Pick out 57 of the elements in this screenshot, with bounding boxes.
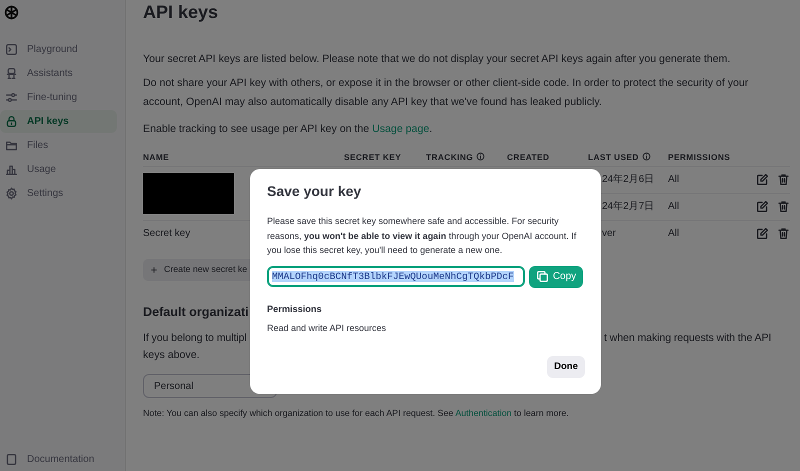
- table-cell: All: [668, 201, 680, 212]
- create-key-button[interactable]: Create new secret ke: [143, 259, 250, 281]
- edit-icon[interactable]: [756, 200, 769, 213]
- modal-message: Please save this secret key somewhere safe and accessible. For security reasons, you won't be able to view it again through your OpenAI account. If you lose this secret key, you'll need to generate a new one.: [267, 215, 578, 257]
- sidebar-item[interactable]: Usage: [0, 158, 117, 181]
- page-title: API keys: [143, 1, 220, 24]
- lock-icon: [5, 115, 18, 128]
- sidebar-item[interactable]: Files: [0, 134, 117, 157]
- section-heading: Default organizati: [143, 305, 249, 319]
- section-heading: Permissions: [267, 302, 323, 314]
- table-cell: All: [668, 174, 680, 185]
- table-cell: Secret key: [143, 228, 190, 240]
- terminal-icon: [5, 43, 18, 56]
- note-text: Note: You can also specify which organization to use for each API request. See Authentication to learn more.: [143, 408, 569, 418]
- edit-icon[interactable]: [756, 173, 769, 186]
- sliders-icon: [5, 91, 18, 104]
- sidebar-item[interactable]: Fine-tuning: [0, 86, 117, 109]
- table-cell: All: [668, 228, 680, 240]
- paragraph: Enable tracking to see usage per API key on the Usage page.: [143, 122, 434, 137]
- paragraph: keys above.: [143, 349, 200, 361]
- usage-link[interactable]: Usage page: [372, 123, 430, 135]
- sidebar-item[interactable]: Settings: [0, 182, 117, 205]
- sidebar-item[interactable]: Assistants: [0, 62, 117, 85]
- column-header: NAME: [143, 152, 170, 162]
- paragraph: Do not share your API key with others, or expose it in the browser or other client-side code. In order to protect the security of your account, OpenAI may also automatically disable any API key that we've found has leaked publicly.: [143, 76, 750, 110]
- authentication-link[interactable]: Authentication: [455, 408, 512, 418]
- sidebar-item[interactable]: Playground: [0, 38, 117, 61]
- table-cell: ver: [602, 228, 616, 240]
- folder-icon: [5, 139, 18, 152]
- info-icon: [642, 152, 651, 161]
- trash-icon[interactable]: [777, 200, 790, 213]
- column-header: LAST USED: [588, 152, 651, 162]
- sidebar-item[interactable]: Documentation: [0, 448, 117, 471]
- column-header: PERMISSIONS: [668, 152, 730, 162]
- trash-icon[interactable]: [777, 227, 790, 240]
- sidebar-item[interactable]: API keys: [0, 110, 117, 133]
- table-cell: 24年2月7日: [602, 201, 654, 212]
- column-header: SECRET KEY: [344, 152, 402, 162]
- column-header: TRACKING: [426, 152, 486, 162]
- permissions-text: Read and write API resources: [267, 322, 388, 334]
- info-icon: [476, 152, 486, 161]
- table-cell: 24年2月6日: [602, 174, 654, 185]
- trash-icon[interactable]: [777, 173, 790, 186]
- key-field[interactable]: MMALOFhq0cBCNfT3BlbkFJEwQUouMeNhCgTQkbPDcF: [267, 266, 525, 287]
- plus-icon: [150, 266, 158, 274]
- done-button[interactable]: Done: [547, 356, 585, 378]
- column-header: CREATED: [507, 152, 550, 162]
- copy-button[interactable]: Copy: [529, 266, 583, 288]
- edit-icon[interactable]: [756, 227, 769, 240]
- paragraph: Your secret API keys are listed below. Please note that we do not display your secret API keys again after you generate them.: [143, 52, 732, 67]
- settings-icon: [5, 187, 18, 200]
- logo-icon: [3, 4, 20, 21]
- bar-chart-icon: [5, 163, 18, 176]
- copy-icon: [536, 270, 549, 283]
- modal-title: Save your key: [267, 182, 362, 201]
- paragraph: t when making requests with the API: [604, 331, 772, 346]
- paragraph: If you belong to multipl: [143, 331, 247, 346]
